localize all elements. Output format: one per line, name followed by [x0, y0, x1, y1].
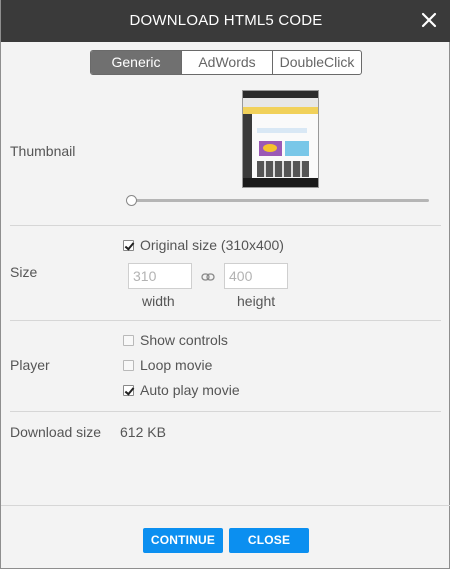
dialog-title: DOWNLOAD HTML5 CODE [129, 12, 323, 29]
divider [10, 411, 441, 412]
link-icon[interactable] [201, 270, 215, 282]
loop-movie-option[interactable]: Loop movie [123, 357, 212, 373]
show-controls-label: Show controls [140, 332, 228, 348]
width-input[interactable] [128, 263, 192, 289]
continue-button[interactable]: CONTINUE [143, 528, 223, 553]
player-label: Player [10, 357, 50, 373]
thumbnail-label: Thumbnail [10, 143, 76, 159]
show-controls-checkbox[interactable] [123, 334, 134, 346]
height-input[interactable] [224, 263, 288, 289]
size-label: Size [10, 264, 38, 280]
footer-divider [1, 505, 450, 506]
loop-movie-label: Loop movie [140, 357, 213, 373]
original-size-option[interactable]: Original size (310x400) [123, 237, 284, 253]
auto-play-label: Auto play movie [140, 382, 240, 398]
close-button[interactable]: CLOSE [229, 528, 309, 553]
tab-generic[interactable]: Generic [91, 51, 182, 74]
tab-doubleclick[interactable]: DoubleClick [273, 51, 361, 74]
tab-adwords[interactable]: AdWords [182, 51, 273, 74]
download-html5-dialog: DOWNLOAD HTML5 CODE Generic AdWords Doub… [0, 0, 450, 569]
thumbnail-slider-track[interactable] [131, 199, 429, 202]
download-size-value: 612 KB [120, 424, 166, 440]
dialog-titlebar: DOWNLOAD HTML5 CODE [1, 0, 450, 42]
original-size-checkbox[interactable] [123, 239, 134, 251]
loop-movie-checkbox[interactable] [123, 359, 134, 371]
divider [10, 320, 441, 321]
thumbnail-slider-handle[interactable] [126, 195, 137, 206]
thumbnail-preview [242, 90, 319, 188]
show-controls-option[interactable]: Show controls [123, 332, 228, 348]
auto-play-option[interactable]: Auto play movie [123, 382, 240, 398]
download-size-label: Download size [10, 424, 102, 440]
original-size-label: Original size (310x400) [140, 237, 284, 253]
height-label: height [237, 293, 276, 309]
divider [10, 225, 441, 226]
close-icon[interactable] [419, 10, 439, 30]
export-format-tabs: Generic AdWords DoubleClick [90, 50, 362, 75]
auto-play-checkbox[interactable] [123, 384, 134, 396]
width-label: width [142, 293, 175, 309]
